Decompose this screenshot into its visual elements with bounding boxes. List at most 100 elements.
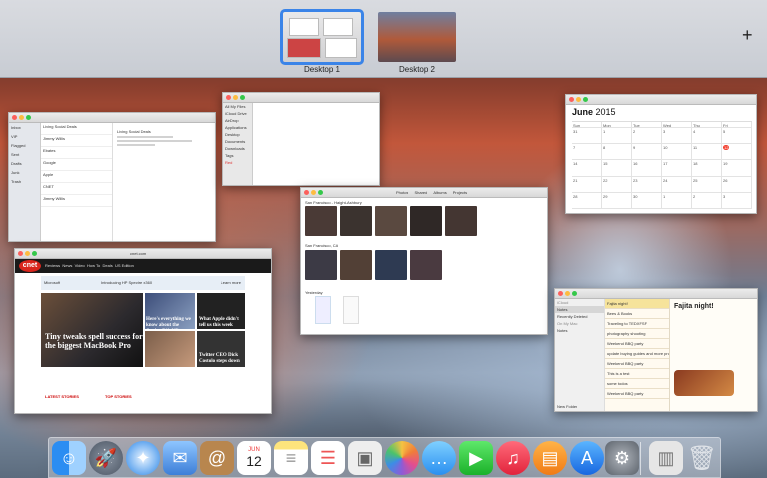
tab-projects[interactable]: Projects xyxy=(453,190,467,195)
note-list-item[interactable]: Bees & Books xyxy=(605,309,669,319)
note-list-item[interactable]: Weekend BBQ party xyxy=(605,359,669,369)
documents-icon[interactable]: ▥ xyxy=(649,441,683,475)
photo-thumb[interactable] xyxy=(375,206,407,236)
hero-image[interactable] xyxy=(41,293,143,367)
nav-howto[interactable]: How To xyxy=(87,263,100,268)
launchpad-icon[interactable]: 🚀 xyxy=(89,441,123,475)
reminders-icon[interactable]: ☰ xyxy=(311,441,345,475)
calendar-day-cell[interactable]: 23 xyxy=(632,176,662,193)
note-list-item[interactable]: photography shooting xyxy=(605,329,669,339)
photo-thumb[interactable] xyxy=(315,296,331,324)
tab-photos[interactable]: Photos xyxy=(396,190,408,195)
safari-icon[interactable]: ✦ xyxy=(126,441,160,475)
calendar-icon[interactable]: JUN 12 xyxy=(237,441,271,475)
calendar-window[interactable]: June 2015 Sun Mon Tue Wed Thu Fri 31 1 2 3 4 5 7 8 9 10… xyxy=(565,94,757,214)
photo-thumb[interactable] xyxy=(445,206,477,236)
calendar-day-cell[interactable]: 2 xyxy=(692,192,722,209)
ad-learn-more-button[interactable]: Learn more xyxy=(221,280,241,285)
calendar-day-cell[interactable]: 3 xyxy=(662,128,692,145)
notes-list[interactable]: Fajita night! Bees & Books Traveling to TE… xyxy=(605,299,670,411)
note-editor[interactable]: Fajita night! xyxy=(670,299,757,411)
contacts-icon[interactable]: @ xyxy=(200,441,234,475)
note-list-item[interactable]: Traveling to TEDXFSF xyxy=(605,319,669,329)
mail-message-list[interactable]: Living Social Deals Jimmy Willis Ebates … xyxy=(41,123,113,241)
finder-window[interactable]: All My Files iCloud Drive AirDrop Applic… xyxy=(222,92,380,186)
calendar-day-cell[interactable]: 9 xyxy=(632,144,662,161)
calendar-day-cell[interactable]: 15 xyxy=(602,160,632,177)
notes-window[interactable]: iCloud Notes Recently Deleted On My Mac … xyxy=(554,288,758,412)
ad-banner[interactable]: Microsoft Introducing HP Spectre x360 Le… xyxy=(41,276,245,290)
calendar-day-cell[interactable]: 14 xyxy=(572,160,602,177)
photo-thumb[interactable] xyxy=(375,250,407,280)
calendar-day-cell[interactable]: 1 xyxy=(602,128,632,145)
note-list-item[interactable]: Fajita night! xyxy=(605,299,669,309)
calendar-day-cell[interactable]: 22 xyxy=(602,176,632,193)
calendar-day-cell[interactable]: 4 xyxy=(692,128,722,145)
photo-thumb[interactable] xyxy=(340,250,372,280)
ibooks-icon[interactable]: ▤ xyxy=(533,441,567,475)
finder-icon[interactable]: ☺ xyxy=(52,441,86,475)
story-headline[interactable]: Twitter CEO Dick Costolo steps down xyxy=(199,353,244,365)
nav-video[interactable]: Video xyxy=(75,263,85,268)
note-list-item[interactable]: some todos xyxy=(605,379,669,389)
photos-window[interactable]: Photos Shared Albums Projects San Franci… xyxy=(300,187,548,335)
calendar-day-cell[interactable]: 30 xyxy=(632,192,662,209)
notes-icon[interactable]: ≡ xyxy=(274,441,308,475)
address-bar[interactable]: cnet.com xyxy=(130,251,146,256)
calendar-day-cell[interactable]: 8 xyxy=(602,144,632,161)
calendar-day-cell[interactable]: 11 xyxy=(692,144,722,161)
photo-thumb[interactable] xyxy=(343,296,359,324)
note-list-item[interactable]: Weekend BBQ party xyxy=(605,389,669,399)
nav-news[interactable]: News xyxy=(62,263,72,268)
photo-thumb[interactable] xyxy=(340,206,372,236)
calendar-day-cell[interactable]: 19 xyxy=(722,160,752,177)
system-preferences-icon[interactable]: ⚙ xyxy=(605,441,639,475)
nav-deals[interactable]: Deals xyxy=(103,263,113,268)
photo-thumb[interactable] xyxy=(305,250,337,280)
calendar-day-cell[interactable]: 29 xyxy=(602,192,632,209)
calendar-month-grid[interactable]: Sun Mon Tue Wed Thu Fri 31 1 2 3 4 5 7 8 9 10 11 12 14 15 16… xyxy=(572,121,752,209)
calendar-day-cell[interactable]: 10 xyxy=(662,144,692,161)
calendar-day-cell[interactable]: 16 xyxy=(632,160,662,177)
calendar-day-cell[interactable]: 7 xyxy=(572,144,602,161)
safari-window[interactable]: cnet.com cnet Reviews News Video How To … xyxy=(14,248,272,414)
music-icon[interactable]: ♫ xyxy=(496,441,530,475)
facetime-icon[interactable]: ▶ xyxy=(459,441,493,475)
calendar-day-cell[interactable]: 25 xyxy=(692,176,722,193)
note-list-item[interactable]: Weekend BBQ party xyxy=(605,339,669,349)
photo-thumb[interactable] xyxy=(305,206,337,236)
add-desktop-button[interactable]: + xyxy=(742,26,753,44)
calendar-day-cell[interactable]: 18 xyxy=(692,160,722,177)
cnet-logo[interactable]: cnet xyxy=(19,260,41,272)
calendar-day-cell[interactable]: 28 xyxy=(572,192,602,209)
preview-icon[interactable]: ▣ xyxy=(348,441,382,475)
tab-shared[interactable]: Shared xyxy=(414,190,427,195)
photo-thumb[interactable] xyxy=(410,250,442,280)
calendar-day-cell[interactable]: 3 xyxy=(722,192,752,209)
calendar-day-cell[interactable]: 26 xyxy=(722,176,752,193)
photos-icon[interactable] xyxy=(385,441,419,475)
app-store-icon[interactable]: A xyxy=(570,441,604,475)
calendar-day-cell[interactable]: 1 xyxy=(662,192,692,209)
story-headline[interactable]: What Apple didn't tell us this week xyxy=(199,317,244,329)
calendar-day-cell[interactable]: 5 xyxy=(722,128,752,145)
desktop-2-thumbnail[interactable] xyxy=(378,12,456,62)
trash-icon[interactable]: 🗑 xyxy=(685,441,719,475)
mail-window[interactable]: Inbox VIP Flagged Sent Drafts Junk Trash… xyxy=(8,112,216,242)
hero-headline[interactable]: Tiny tweaks spell success for the bigges… xyxy=(45,332,143,350)
calendar-day-cell[interactable]: 31 xyxy=(572,128,602,145)
story-image[interactable] xyxy=(145,331,195,367)
nav-edition[interactable]: US Edition xyxy=(115,263,134,268)
note-list-item[interactable]: This is a test xyxy=(605,369,669,379)
calendar-day-cell[interactable]: 17 xyxy=(662,160,692,177)
mail-icon[interactable]: ✉ xyxy=(163,441,197,475)
new-folder-button[interactable]: New Folder xyxy=(557,404,577,409)
calendar-day-cell[interactable]: 12 xyxy=(722,144,752,161)
desktop-1-thumbnail[interactable] xyxy=(280,9,364,65)
messages-icon[interactable]: … xyxy=(422,441,456,475)
calendar-day-cell[interactable]: 24 xyxy=(662,176,692,193)
nav-reviews[interactable]: Reviews xyxy=(45,263,60,268)
note-list-item[interactable]: update buying guides and more products xyxy=(605,349,669,359)
tab-albums[interactable]: Albums xyxy=(433,190,446,195)
photo-thumb[interactable] xyxy=(410,206,442,236)
